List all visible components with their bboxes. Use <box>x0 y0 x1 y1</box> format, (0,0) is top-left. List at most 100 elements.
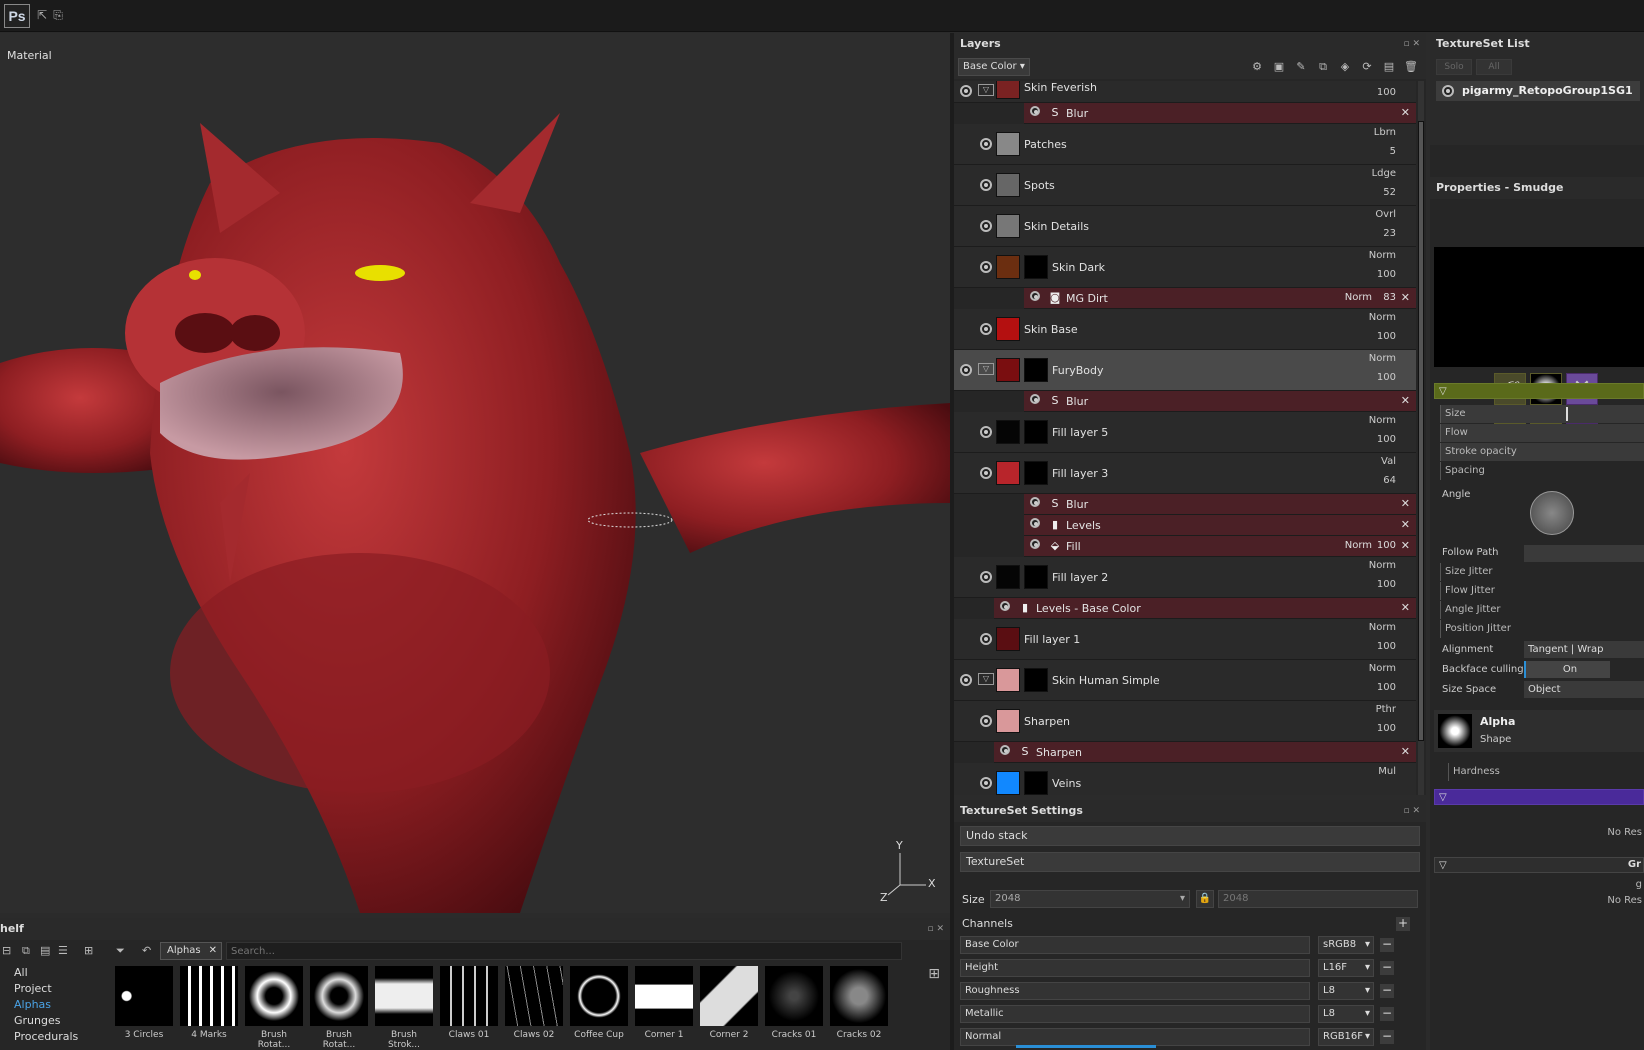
position-jitter-slider[interactable]: Position Jitter <box>1440 620 1644 638</box>
shelf-item[interactable]: Brush Strok... <box>375 966 433 1050</box>
remove-channel-button[interactable]: − <box>1380 961 1394 975</box>
visibility-icon[interactable] <box>960 674 972 686</box>
add-channel-button[interactable]: + <box>1396 917 1410 931</box>
layer-opacity[interactable]: 100 <box>1377 641 1396 652</box>
add-layer-icon[interactable]: ⧉ <box>1314 58 1332 76</box>
remove-channel-button[interactable]: − <box>1380 1030 1394 1044</box>
effect-opacity[interactable]: 83 <box>1383 292 1396 303</box>
add-mask-icon[interactable]: ▣ <box>1270 58 1288 76</box>
shelf-item[interactable]: Cracks 02 <box>830 966 888 1050</box>
layer-thumbnail[interactable] <box>996 461 1020 485</box>
layer-row[interactable]: Fill layer 3 Val 64 <box>954 453 1416 494</box>
layer-blend-mode[interactable]: Mul <box>1378 766 1396 777</box>
layer-mask-thumbnail[interactable] <box>1024 461 1048 485</box>
remove-effect-icon[interactable]: ✕ <box>1401 518 1410 531</box>
visibility-icon[interactable] <box>960 85 972 97</box>
visibility-icon[interactable] <box>1030 394 1040 404</box>
shelf-search-input[interactable] <box>226 942 902 960</box>
remove-effect-icon[interactable]: ✕ <box>1401 601 1410 614</box>
layer-mask-thumbnail[interactable] <box>1024 771 1048 795</box>
layer-blend-mode[interactable]: Lbrn <box>1374 127 1396 138</box>
visibility-icon[interactable] <box>980 220 992 232</box>
list-icon[interactable]: ☰ <box>58 944 68 957</box>
visibility-icon[interactable] <box>1000 601 1010 611</box>
alignment-select[interactable]: Tangent | Wrap <box>1524 641 1644 658</box>
visibility-icon[interactable] <box>980 426 992 438</box>
folder-icon[interactable]: ▽ <box>978 673 994 685</box>
layer-blend-mode[interactable]: Norm <box>1369 663 1396 674</box>
layer-thumbnail[interactable] <box>996 81 1020 99</box>
panel-controls[interactable]: ▫ ✕ <box>1403 800 1420 822</box>
layer-blend-mode[interactable]: Ovrl <box>1375 209 1396 220</box>
add-fill-icon[interactable]: ◈ <box>1336 58 1354 76</box>
alpha-section[interactable]: Alpha Shape <box>1434 710 1644 752</box>
channel-format-select[interactable]: L8 ▾ <box>1318 1005 1374 1023</box>
effect-row[interactable]: 𝖲 Blur ✕ <box>1024 391 1416 412</box>
shelf-item[interactable]: Claws 01 <box>440 966 498 1050</box>
follow-path-toggle[interactable] <box>1524 545 1644 562</box>
layer-row[interactable]: Fill layer 5 Norm 100 <box>954 412 1416 453</box>
layer-opacity[interactable]: 52 <box>1383 187 1396 198</box>
layer-blend-mode[interactable]: Norm <box>1369 560 1396 571</box>
remove-effect-icon[interactable]: ✕ <box>1401 539 1410 552</box>
panel-controls[interactable]: ▫ ✕ <box>1403 33 1420 55</box>
layer-row[interactable]: Skin Details Ovrl 23 <box>954 206 1416 247</box>
add-folder-icon[interactable]: ▤ <box>1380 58 1398 76</box>
flow-slider[interactable]: Flow <box>1440 424 1644 442</box>
channel-format-select[interactable]: L16F ▾ <box>1318 959 1374 977</box>
panel-controls[interactable]: ▫ ✕ <box>927 918 944 940</box>
flow-jitter-slider[interactable]: Flow Jitter <box>1440 582 1644 600</box>
remove-effect-icon[interactable]: ✕ <box>1401 291 1410 304</box>
layer-thumbnail[interactable] <box>996 771 1020 795</box>
layer-row[interactable]: Skin Dark Norm 100 <box>954 247 1416 288</box>
visibility-icon[interactable] <box>1030 106 1040 116</box>
layer-thumbnail[interactable] <box>996 420 1020 444</box>
layer-thumbnail[interactable] <box>996 565 1020 589</box>
shelf-item[interactable]: Brush Rotat... <box>310 966 368 1050</box>
remove-effect-icon[interactable]: ✕ <box>1401 394 1410 407</box>
shelf-item[interactable]: Corner 1 <box>635 966 693 1050</box>
layer-blend-mode[interactable]: Val <box>1381 456 1396 467</box>
layer-row[interactable]: ▽ Skin Human Simple Norm 100 <box>954 660 1416 701</box>
layer-blend-mode[interactable]: Norm <box>1369 312 1396 323</box>
size-space-select[interactable]: Object <box>1524 681 1644 698</box>
size-slider[interactable]: Size <box>1440 405 1644 423</box>
undo-stack-button[interactable]: Undo stack <box>960 826 1420 846</box>
layer-opacity[interactable]: 64 <box>1383 475 1396 486</box>
layer-row[interactable]: Spots Ldge 52 <box>954 165 1416 206</box>
channel-name[interactable]: Roughness <box>960 982 1310 1000</box>
effect-row[interactable]: 𝖲 Blur ✕ <box>1024 103 1416 124</box>
effect-row[interactable]: ⬙ Fill Norm 100 ✕ <box>1024 536 1416 557</box>
effect-blend-mode[interactable]: Norm <box>1345 292 1372 303</box>
effect-row[interactable]: ▮ Levels - Base Color ✕ <box>994 598 1416 619</box>
layer-opacity[interactable]: 100 <box>1377 579 1396 590</box>
layer-blend-mode[interactable]: Ldge <box>1372 168 1396 179</box>
effect-row[interactable]: 𝖲 Sharpen ✕ <box>994 742 1416 763</box>
shelf-item[interactable]: 4 Marks <box>180 966 238 1050</box>
layer-opacity[interactable]: 100 <box>1377 682 1396 693</box>
visibility-icon[interactable] <box>1442 85 1454 97</box>
spacing-slider[interactable]: Spacing <box>1440 462 1644 480</box>
visibility-icon[interactable] <box>980 323 992 335</box>
layer-thumbnail[interactable] <box>996 709 1020 733</box>
layer-mask-thumbnail[interactable] <box>1024 565 1048 589</box>
shelf-category[interactable]: Alphas <box>4 998 100 1011</box>
visibility-icon[interactable] <box>980 467 992 479</box>
shelf-category[interactable]: All <box>4 966 100 979</box>
shelf-item[interactable]: Brush Rotat... <box>245 966 303 1050</box>
remove-effect-icon[interactable]: ✕ <box>1401 106 1410 119</box>
remove-channel-button[interactable]: − <box>1380 938 1394 952</box>
visibility-icon[interactable] <box>1030 497 1040 507</box>
size-select[interactable]: 2048 ▾ <box>990 890 1190 908</box>
hardness-slider[interactable]: Hardness <box>1448 763 1644 781</box>
effect-row[interactable]: ◙ MG Dirt Norm 83 ✕ <box>1024 288 1416 309</box>
layer-opacity[interactable]: 100 <box>1377 723 1396 734</box>
all-button[interactable]: All <box>1476 59 1512 75</box>
remove-filter-icon[interactable]: ✕ <box>209 943 217 959</box>
visibility-icon[interactable] <box>980 138 992 150</box>
solo-button[interactable]: Solo <box>1436 59 1472 75</box>
layer-row[interactable]: Fill layer 2 Norm 100 <box>954 557 1416 598</box>
lock-icon[interactable]: 🔒 <box>1196 890 1214 908</box>
delete-layer-icon[interactable]: 🗑 <box>1402 58 1420 76</box>
layer-mask-thumbnail[interactable] <box>1024 358 1048 382</box>
